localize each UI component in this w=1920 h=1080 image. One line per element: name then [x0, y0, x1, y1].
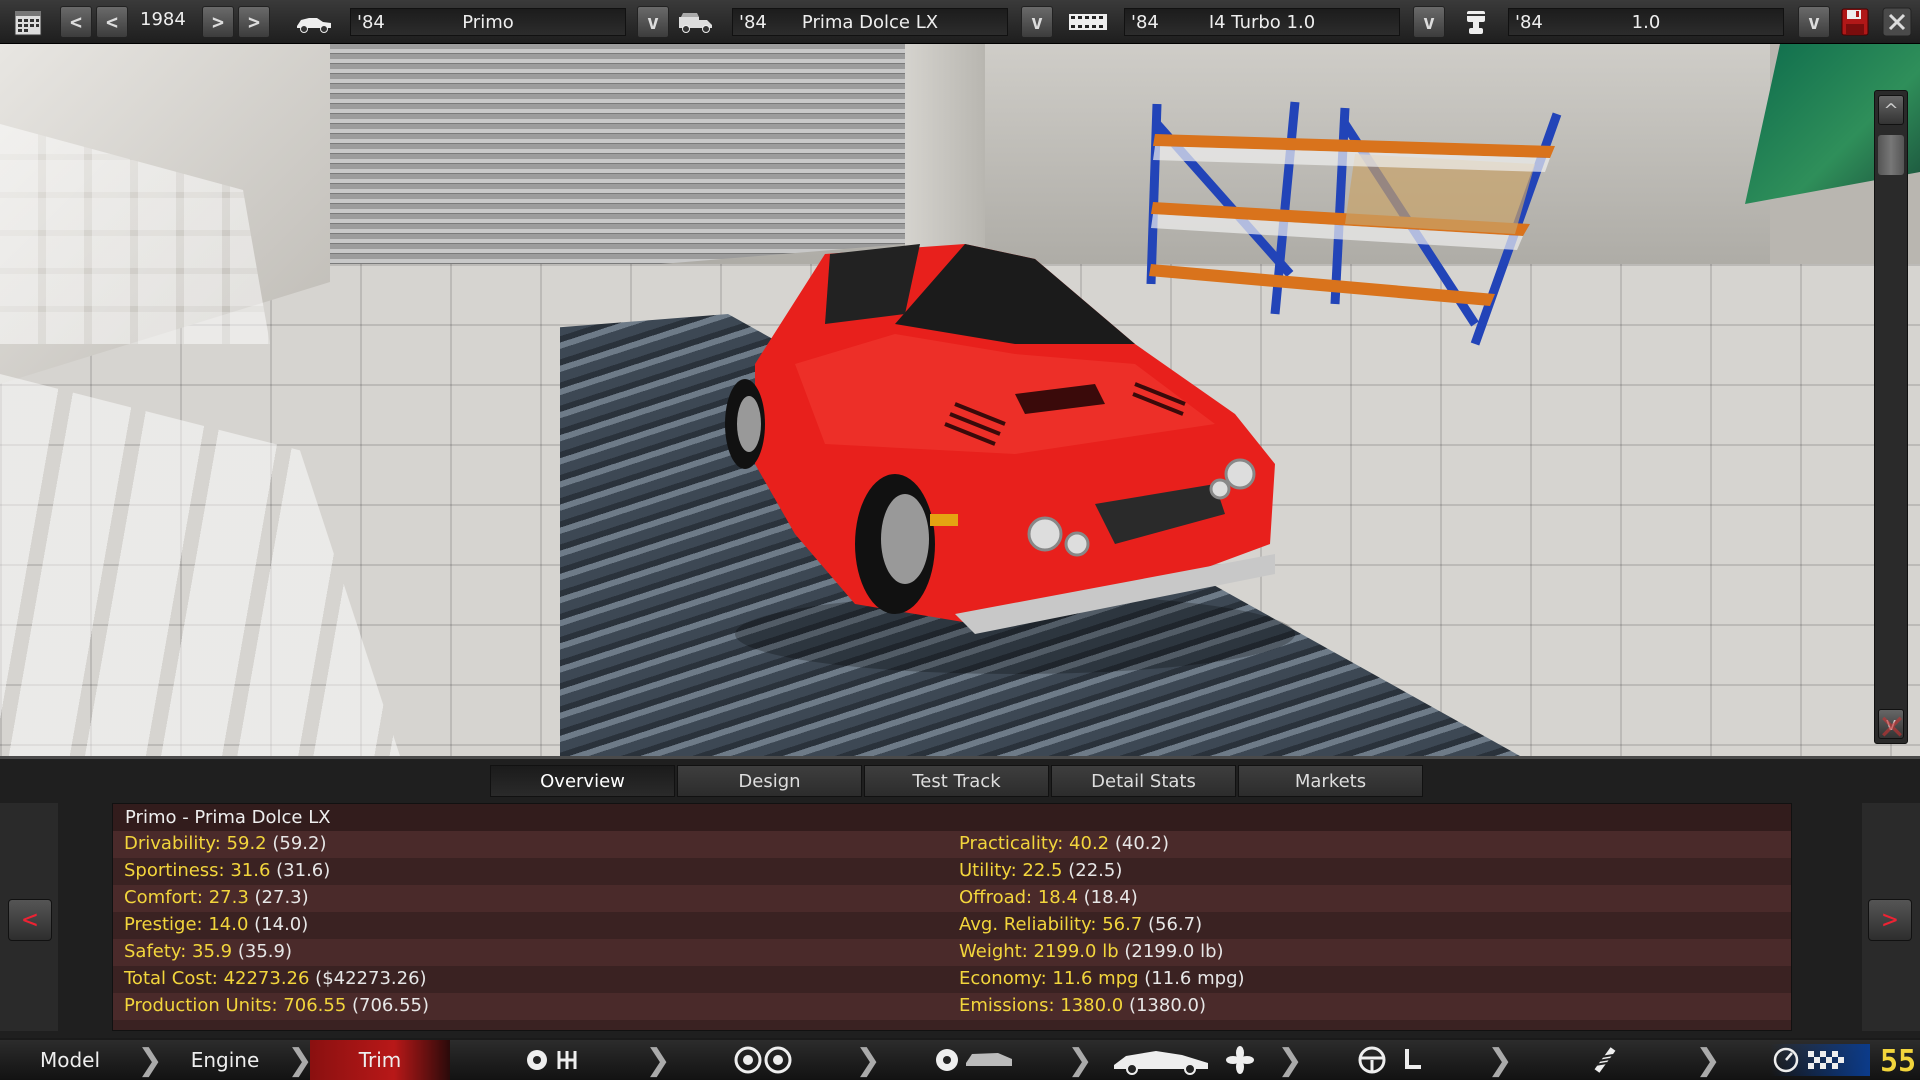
panel-tabs: Overview Design Test Track Detail Stats …: [490, 765, 1425, 797]
trim-name: Prima Dolce LX: [801, 12, 939, 33]
stat-row: Safety: 35.9 (35.9) Weight: 2199.0 lb (2…: [113, 939, 1791, 966]
tab-markets[interactable]: Markets: [1238, 765, 1423, 797]
steering-wheel-icon[interactable]: [1355, 1044, 1435, 1076]
chevron-right-icon: ❯: [1277, 1042, 1303, 1078]
car-viewport[interactable]: ^ v ✕: [0, 44, 1920, 756]
stat-production-units: Production Units: 706.55 (706.55): [124, 995, 430, 1016]
trim-dropdown-button[interactable]: v: [1021, 6, 1053, 38]
stat-practicality: Practicality: 40.2 (40.2): [959, 833, 1169, 854]
gauge-icon[interactable]: [1770, 1044, 1870, 1076]
year-next-button[interactable]: >: [202, 6, 234, 38]
gearbox-icon[interactable]: [520, 1044, 590, 1076]
stat-comfort: Comfort: 27.3 (27.3): [124, 887, 309, 908]
year-prev-button[interactable]: <: [96, 6, 128, 38]
film-strip-icon: [1066, 6, 1110, 38]
stage-engine-button[interactable]: Engine: [160, 1040, 290, 1080]
year-prev-fast-button[interactable]: <: [60, 6, 92, 38]
info-panel: Overview Design Test Track Detail Stats …: [0, 756, 1920, 1038]
piston-icon: [1454, 6, 1498, 38]
stage-trim-button[interactable]: Trim: [310, 1040, 450, 1080]
tab-design[interactable]: Design: [677, 765, 862, 797]
stat-row: Comfort: 27.3 (27.3) Offroad: 18.4 (18.4…: [113, 885, 1791, 912]
stat-drivability: Drivability: 59.2 (59.2): [124, 833, 327, 854]
year-next-fast-button[interactable]: >: [238, 6, 270, 38]
top-toolbar: < < 1984 > > '84 Primo v '84 Prima Dolce…: [0, 0, 1920, 44]
engine-selector[interactable]: '84 I4 Turbo 1.0: [1124, 8, 1400, 36]
model-name: Primo: [462, 12, 514, 33]
overview-stats: Primo - Prima Dolce LX Drivability: 59.2…: [112, 803, 1792, 1031]
tab-test-track[interactable]: Test Track: [864, 765, 1049, 797]
stat-offroad: Offroad: 18.4 (18.4): [959, 887, 1138, 908]
engine-name: I4 Turbo 1.0: [1208, 12, 1316, 33]
car-body-icon: [292, 6, 336, 38]
stat-sportiness: Sportiness: 31.6 (31.6): [124, 860, 331, 881]
stat-row: Total Cost: 42273.26 ($42273.26) Economy…: [113, 966, 1791, 993]
reset-camera-icon[interactable]: ✕: [1872, 708, 1912, 748]
car-model: [725, 244, 1295, 674]
truck-icon: [674, 6, 718, 38]
stat-row: Drivability: 59.2 (59.2) Practicality: 4…: [113, 831, 1791, 858]
model-selector[interactable]: '84 Primo: [350, 8, 626, 36]
stat-row: Prestige: 14.0 (14.0) Avg. Reliability: …: [113, 912, 1791, 939]
tab-detail-stats[interactable]: Detail Stats: [1051, 765, 1236, 797]
stats-heading-row: Primo - Prima Dolce LX: [113, 804, 1791, 831]
wheels-icon[interactable]: [728, 1044, 798, 1076]
stat-row: Sportiness: 31.6 (31.6) Utility: 22.5 (2…: [113, 858, 1791, 885]
stat-total-cost: Total Cost: 42273.26 ($42273.26): [124, 968, 427, 989]
chevron-right-icon: ❯: [287, 1042, 313, 1078]
engine-dropdown-button[interactable]: v: [1413, 6, 1445, 38]
stat-weight: Weight: 2199.0 lb (2199.0 lb): [959, 941, 1224, 962]
variant-selector[interactable]: '84 1.0: [1508, 8, 1784, 36]
stat-economy: Economy: 11.6 mpg (11.6 mpg): [959, 968, 1245, 989]
camera-zoom-scrollbar[interactable]: ^ v: [1874, 90, 1908, 744]
stats-heading: Primo - Prima Dolce LX: [125, 807, 331, 828]
stat-reliability: Avg. Reliability: 56.7 (56.7): [959, 914, 1203, 935]
scroll-up-button[interactable]: ^: [1878, 95, 1904, 125]
stat-safety: Safety: 35.9 (35.9): [124, 941, 292, 962]
stat-emissions: Emissions: 1380.0 (1380.0): [959, 995, 1206, 1016]
completion-counter: 55: [1880, 1044, 1917, 1079]
prev-panel-button[interactable]: <: [8, 899, 52, 941]
chevron-right-icon: ❯: [1695, 1042, 1721, 1078]
arrow-left-icon: <: [22, 905, 38, 935]
stat-prestige: Prestige: 14.0 (14.0): [124, 914, 309, 935]
brake-icon[interactable]: [930, 1044, 1020, 1076]
scroll-thumb[interactable]: [1878, 135, 1904, 175]
app-root: { "topbar": { "year": "1984", "prev_fast…: [0, 0, 1920, 1080]
chevron-right-icon: ❯: [137, 1042, 163, 1078]
variant-name: 1.0: [1631, 12, 1661, 33]
chevron-right-icon: ❯: [1487, 1042, 1513, 1078]
design-stage-nav: Model ❯ Engine ❯ Trim ❯ ❯ ❯ ❯ ❯ ❯ 55: [0, 1040, 1920, 1080]
chevron-right-icon: ❯: [1067, 1042, 1093, 1078]
tab-overview[interactable]: Overview: [490, 765, 675, 797]
stage-model-button[interactable]: Model: [0, 1040, 140, 1080]
save-icon[interactable]: [1838, 6, 1872, 38]
year-display: 1984: [140, 9, 186, 30]
suspension-icon[interactable]: [1580, 1044, 1630, 1076]
next-panel-button[interactable]: >: [1868, 899, 1912, 941]
chevron-right-icon: ❯: [645, 1042, 671, 1078]
close-icon[interactable]: [1880, 6, 1914, 38]
stat-row: Production Units: 706.55 (706.55) Emissi…: [113, 993, 1791, 1020]
arrow-right-icon: >: [1882, 905, 1898, 935]
variant-dropdown-button[interactable]: v: [1798, 6, 1830, 38]
car-side-icon[interactable]: [1110, 1044, 1260, 1076]
stat-utility: Utility: 22.5 (22.5): [959, 860, 1123, 881]
model-dropdown-button[interactable]: v: [637, 6, 669, 38]
calendar-icon[interactable]: [10, 6, 46, 38]
trim-selector[interactable]: '84 Prima Dolce LX: [732, 8, 1008, 36]
chevron-right-icon: ❯: [855, 1042, 881, 1078]
